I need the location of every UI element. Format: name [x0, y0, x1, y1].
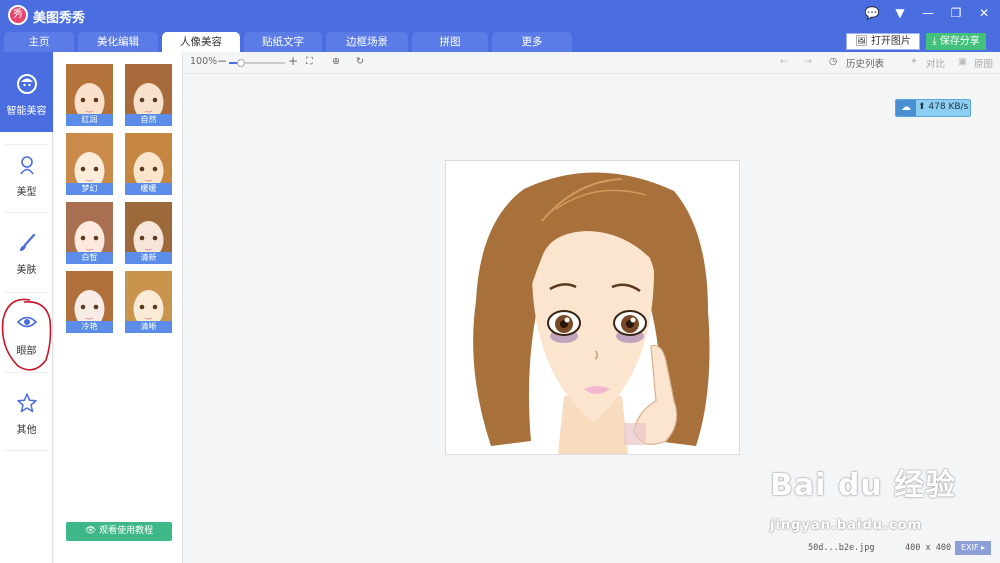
status-image-size: 400 x 400	[905, 543, 952, 553]
baidu-watermark: Bai du 经验 jingyan.baidu.com	[770, 460, 957, 533]
nav-label-other: 其他	[16, 425, 37, 436]
watch-tutorial-button[interactable]: 👁 观看使用教程	[66, 522, 172, 541]
nav-label-shape: 美型	[16, 187, 37, 198]
history-list-label[interactable]: 历史列表	[846, 56, 884, 70]
preset-thumb[interactable]: 暖暖	[125, 133, 172, 195]
app-title: 美图秀秀	[33, 11, 86, 26]
close-icon[interactable]: ✕	[976, 6, 992, 20]
undo-icon[interactable]: ←	[780, 56, 788, 67]
preset-label: 冷艳	[66, 321, 113, 333]
nav-item-shape[interactable]: 美型	[0, 150, 53, 230]
compare-label[interactable]: 对比	[926, 56, 945, 70]
image-toolbar: 100% − + ⛶ ⊕ ↻ ← → ◷ 历史列表 ✦ 对比 ▣ 原图	[184, 52, 1000, 74]
chat-icon[interactable]: 💬	[864, 6, 880, 20]
tab-home[interactable]: 主页	[4, 32, 74, 52]
preset-label: 白皙	[66, 252, 113, 264]
open-image-label: 打开图片	[870, 36, 911, 47]
preset-label: 自然	[125, 114, 172, 126]
zoom-slider[interactable]	[229, 59, 285, 67]
image-icon: 🖼	[855, 36, 871, 47]
tab-more[interactable]: 更多	[492, 32, 572, 52]
minimize-icon[interactable]: —	[920, 6, 936, 20]
star-icon	[16, 393, 37, 413]
save-icon: ⤓	[932, 36, 940, 47]
cloud-icon: ☁	[896, 100, 916, 116]
person-icon	[19, 156, 34, 175]
preset-label: 清晰	[125, 321, 172, 333]
preset-thumb[interactable]: 梦幻	[66, 133, 113, 195]
preset-label: 梦幻	[66, 183, 113, 195]
watermark-url: jingyan.baidu.com	[770, 518, 923, 533]
tutorial-label: 观看使用教程	[99, 526, 154, 536]
original-label[interactable]: 原图	[974, 56, 993, 70]
open-image-button[interactable]: 🖼 打开图片	[846, 33, 920, 50]
exif-button[interactable]: EXIF ▸	[955, 541, 991, 555]
redo-icon[interactable]: →	[804, 56, 812, 67]
preset-label: 红润	[66, 114, 113, 126]
watermark-brand: Bai du 经验	[770, 468, 957, 503]
portrait-illustration	[473, 172, 710, 454]
restore-icon[interactable]: ❐	[948, 6, 964, 20]
tab-portrait[interactable]: 人像美容	[162, 32, 240, 52]
preset-thumb[interactable]: 冷艳	[66, 271, 113, 333]
history-icon[interactable]: ◷	[829, 56, 837, 67]
app-logo: 秀	[8, 5, 28, 25]
preset-label: 清新	[125, 252, 172, 264]
preset-panel: 红润 自然梦幻 暖暖白皙 清新冷艳 清晰 👁 观看使用教程	[54, 52, 183, 563]
window-controls: 💬 ▼ — ❐ ✕	[864, 6, 992, 20]
compare-icon[interactable]: ✦	[910, 56, 918, 67]
tab-collage[interactable]: 拼图	[412, 32, 488, 52]
photo-canvas[interactable]	[445, 160, 740, 455]
tab-edit[interactable]: 美化编辑	[78, 32, 158, 52]
nav-item-smart-beauty[interactable]: 智能美容	[0, 52, 53, 132]
speed-text: ⬆ 478 KB/s	[918, 102, 969, 112]
network-speed-badge: ☁ ⬆ 478 KB/s	[895, 99, 971, 117]
speed-value: 478 KB/s	[928, 102, 969, 112]
preset-thumb[interactable]: 白皙	[66, 202, 113, 264]
brush-icon	[19, 233, 35, 251]
save-share-button[interactable]: ⤓ 保存分享	[926, 33, 986, 50]
save-share-label: 保存分享	[939, 36, 980, 47]
zoom-out-icon[interactable]: −	[217, 54, 227, 68]
original-icon[interactable]: ▣	[958, 56, 967, 67]
nav-label-smart-beauty: 智能美容	[6, 106, 47, 117]
tab-bar: 主页 美化编辑 人像美容 贴纸文字 边框场景 拼图 更多 🖼 打开图片 ⤓ 保存…	[0, 30, 1000, 52]
status-filename: 50d...b2e.jpg	[808, 543, 875, 553]
zoom-slider-knob[interactable]	[237, 59, 246, 67]
nav-item-other[interactable]: 其他	[0, 392, 53, 472]
eye-icon: 👁	[84, 526, 100, 536]
tab-frame-scene[interactable]: 边框场景	[326, 32, 408, 52]
preset-label: 暖暖	[125, 183, 172, 195]
preset-thumb[interactable]: 红润	[66, 64, 113, 126]
annotation-circle	[1, 298, 52, 371]
zoom-level: 100%	[190, 56, 218, 67]
zoom-in-icon[interactable]: +	[288, 54, 298, 68]
preset-thumb[interactable]: 自然	[125, 64, 172, 126]
preset-thumb[interactable]: 清晰	[125, 271, 172, 333]
crop-icon[interactable]: ⛶	[306, 56, 313, 67]
nav-label-skin: 美肤	[16, 265, 37, 276]
exif-label: EXIF	[960, 543, 979, 552]
title-bar: 秀 美图秀秀 💬 ▼ — ❐ ✕	[0, 0, 1000, 30]
face-icon	[16, 74, 37, 94]
rotate-icon[interactable]: ↻	[356, 56, 364, 67]
dropdown-icon[interactable]: ▼	[892, 6, 908, 20]
search-icon[interactable]: ⊕	[332, 56, 340, 67]
preset-thumb[interactable]: 清新	[125, 202, 172, 264]
tab-sticker-text[interactable]: 贴纸文字	[244, 32, 322, 52]
